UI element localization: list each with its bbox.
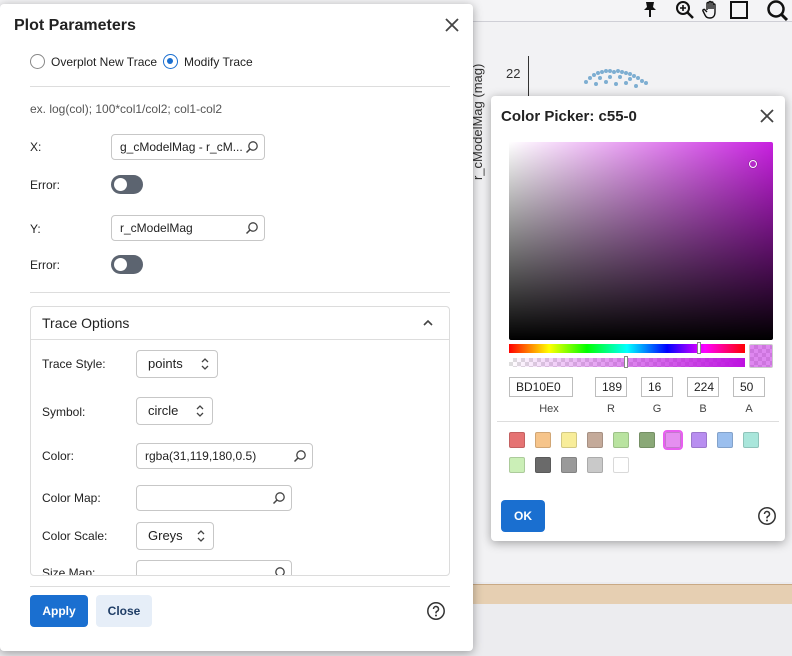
preset-swatch[interactable]	[535, 457, 551, 473]
trace-options-title: Trace Options	[42, 315, 130, 331]
preset-swatch[interactable]	[743, 432, 759, 448]
pan-hand-icon[interactable]	[699, 0, 723, 22]
color-picker-dialog: Color Picker: c55-0 BD10E0 189 16 224 50…	[491, 96, 785, 541]
color-map-label: Color Map:	[42, 491, 101, 505]
search-icon[interactable]	[272, 566, 286, 576]
dialog-title: Plot Parameters	[14, 17, 136, 34]
y-expression-field[interactable]: r_cModelMag	[111, 215, 265, 241]
preset-swatch[interactable]	[535, 432, 551, 448]
trace-options-panel: Trace Options Trace Style: points Symbol…	[30, 306, 450, 576]
color-field[interactable]: rgba(31,119,180,0.5)	[136, 443, 313, 469]
hex-input[interactable]: BD10E0	[509, 377, 573, 397]
help-icon[interactable]	[426, 601, 446, 621]
search-icon[interactable]	[245, 221, 259, 235]
search-icon[interactable]	[272, 491, 286, 505]
apply-button[interactable]: Apply	[30, 595, 88, 627]
close-icon[interactable]	[757, 106, 777, 126]
symbol-value: circle	[148, 403, 179, 418]
preset-swatch[interactable]	[639, 432, 655, 448]
x-error-label: Error:	[30, 178, 60, 192]
saturation-brightness-area[interactable]	[509, 142, 773, 340]
divider	[30, 586, 450, 587]
up-down-chevron-icon	[196, 405, 204, 417]
axis-tick-label: 22	[506, 66, 521, 81]
color-scale-select[interactable]: Greys	[136, 522, 214, 550]
color-scale-label: Color Scale:	[42, 529, 108, 543]
y-expression-value: r_cModelMag	[120, 221, 193, 235]
hue-slider[interactable]	[509, 342, 745, 354]
x-error-toggle[interactable]	[111, 175, 143, 194]
red-label: R	[607, 403, 615, 415]
green-input[interactable]: 16	[641, 377, 673, 397]
divider	[30, 86, 450, 87]
close-button[interactable]: Close	[96, 595, 152, 627]
saturation-cursor[interactable]	[749, 160, 757, 168]
x-expression-value: g_cModelMag - r_cM...	[120, 140, 243, 154]
color-label: Color:	[42, 449, 75, 463]
color-value: rgba(31,119,180,0.5)	[145, 449, 257, 463]
preset-swatch[interactable]	[663, 430, 683, 450]
scatter-points	[584, 69, 648, 88]
up-down-chevron-icon	[201, 358, 209, 370]
divider	[30, 292, 450, 293]
modify-trace-label: Modify Trace	[184, 55, 253, 69]
red-input[interactable]: 189	[595, 377, 627, 397]
x-expression-field[interactable]: g_cModelMag - r_cM...	[111, 134, 265, 160]
symbol-label: Symbol:	[42, 405, 86, 419]
search-icon[interactable]	[293, 449, 307, 463]
modify-trace-radio[interactable]	[163, 54, 178, 69]
y-error-toggle[interactable]	[111, 255, 143, 274]
alpha-label: A	[745, 403, 753, 415]
preset-swatch[interactable]	[587, 432, 603, 448]
preset-swatch[interactable]	[561, 457, 577, 473]
size-map-field[interactable]	[136, 560, 292, 576]
y-error-label: Error:	[30, 258, 60, 272]
color-picker-title: Color Picker: c55-0	[501, 108, 637, 125]
preset-swatch[interactable]	[613, 432, 629, 448]
alpha-slider[interactable]	[509, 356, 745, 368]
help-icon[interactable]	[757, 506, 777, 526]
y-axis-line	[528, 56, 529, 96]
color-map-field[interactable]	[136, 485, 292, 511]
plot-parameters-dialog: Plot Parameters Overplot New Trace Modif…	[0, 4, 473, 651]
chevron-up-icon[interactable]	[421, 316, 435, 330]
alpha-input[interactable]: 50	[733, 377, 765, 397]
color-preview-swatch	[749, 344, 773, 368]
ok-button[interactable]: OK	[501, 500, 545, 532]
preset-swatch[interactable]	[587, 457, 603, 473]
divider	[497, 421, 779, 422]
select-box-icon[interactable]	[727, 0, 751, 22]
color-scale-value: Greys	[148, 528, 183, 543]
close-icon[interactable]	[442, 15, 462, 35]
y-label: Y:	[30, 222, 41, 236]
preset-swatch[interactable]	[509, 457, 525, 473]
preset-swatch[interactable]	[717, 432, 733, 448]
preset-swatch[interactable]	[509, 432, 525, 448]
symbol-select[interactable]: circle	[136, 397, 213, 425]
x-label: X:	[30, 140, 42, 154]
hex-label: Hex	[539, 403, 559, 415]
pin-icon[interactable]	[638, 0, 662, 22]
preset-swatch[interactable]	[613, 457, 629, 473]
zoom-in-icon[interactable]	[673, 0, 697, 22]
preset-swatch[interactable]	[691, 432, 707, 448]
trace-style-select[interactable]: points	[136, 350, 218, 378]
size-map-label: Size Map:	[42, 566, 96, 576]
expression-hint: ex. log(col); 100*col1/col2; col1-col2	[30, 102, 223, 116]
preset-swatch[interactable]	[561, 432, 577, 448]
hue-slider-thumb[interactable]	[697, 342, 701, 354]
overplot-label: Overplot New Trace	[51, 55, 158, 69]
up-down-chevron-icon	[197, 530, 205, 542]
green-label: G	[652, 403, 662, 415]
alpha-slider-thumb[interactable]	[624, 356, 628, 368]
zoom-1x-icon[interactable]	[765, 0, 789, 22]
overplot-radio[interactable]	[30, 54, 45, 69]
blue-input[interactable]: 224	[687, 377, 719, 397]
trace-style-value: points	[148, 356, 183, 371]
search-icon[interactable]	[245, 140, 259, 154]
divider	[31, 339, 449, 340]
blue-label: B	[699, 403, 707, 415]
trace-style-label: Trace Style:	[42, 357, 106, 371]
